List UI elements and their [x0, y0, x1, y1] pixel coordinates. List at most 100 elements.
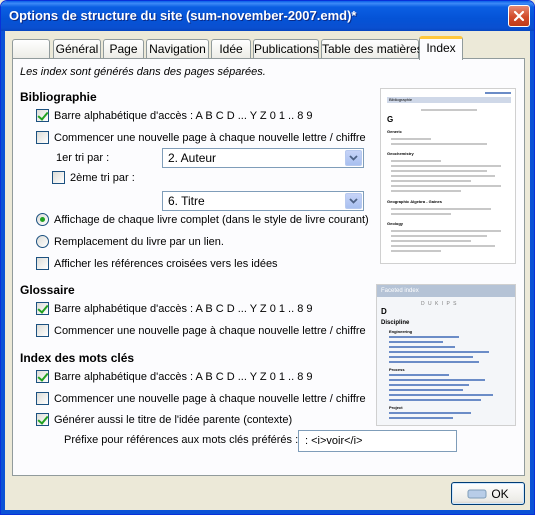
preview-link-line [389, 417, 453, 419]
keywords-new-page-label: Commencer une nouvelle page à chaque nou… [54, 392, 366, 405]
bib-display-full-option[interactable]: Affichage de chaque livre complet (dans … [36, 213, 369, 226]
sort2-dropdown-button[interactable] [345, 193, 362, 209]
preview-line [391, 180, 471, 182]
sort1-select[interactable]: 2. Auteur [162, 148, 364, 168]
preview-line [391, 165, 501, 167]
title-bar[interactable]: Options de structure du site (sum-novemb… [1, 1, 534, 31]
tab-general[interactable]: Général [53, 39, 101, 59]
prefix-input[interactable]: : <i>voir</i> [298, 430, 457, 452]
window-frame-bottom [1, 510, 534, 514]
keywords-parent-title-option[interactable]: Générer aussi le titre de l'idée parente… [36, 413, 292, 426]
close-button[interactable] [508, 5, 530, 27]
preview-link-line [389, 394, 493, 396]
preview-line [391, 170, 487, 172]
bib-alpha-bar-option[interactable]: Barre alphabétique d'accès : A B C D ...… [36, 109, 313, 122]
ok-button[interactable]: OK [451, 482, 525, 505]
preview-faceted-subhead-2: Process [389, 367, 405, 372]
preview-link-line [389, 336, 459, 338]
keywords-alpha-bar-checkbox[interactable] [36, 370, 49, 383]
preview-line [391, 230, 501, 232]
preview-link-line [389, 412, 471, 414]
keywords-heading: Index des mots clés [20, 351, 135, 365]
preview-line [391, 143, 487, 145]
preview-bib-section-3: Geographic Algebra - Gaines [387, 199, 442, 204]
preview-line [391, 245, 495, 247]
preview-faceted-subhead-3: Project [389, 405, 403, 410]
bib-new-page-checkbox[interactable] [36, 131, 49, 144]
intro-text: Les index sont générés dans des pages sé… [20, 66, 266, 78]
preview-line [391, 213, 451, 215]
tab-blank[interactable] [12, 39, 50, 59]
bib-alpha-bar-checkbox[interactable] [36, 109, 49, 122]
keywords-alpha-bar-label: Barre alphabétique d'accès : A B C D ...… [54, 370, 313, 383]
sort1-dropdown-button[interactable] [345, 150, 362, 166]
bib-alpha-bar-label: Barre alphabétique d'accès : A B C D ...… [54, 109, 313, 122]
window-title: Options de structure du site (sum-novemb… [9, 8, 357, 23]
tab-idee[interactable]: Idée [211, 39, 251, 59]
preview-faceted-nav: D U K I P S [421, 301, 458, 307]
preview-link-line [389, 374, 449, 376]
preview-faceted-heading: Discipline [381, 320, 410, 326]
preview-line [391, 240, 471, 242]
window-frame-left [1, 31, 5, 514]
tab-index[interactable]: Index [419, 36, 463, 60]
bib-cross-refs-checkbox[interactable] [36, 257, 49, 270]
bib-display-link-radio[interactable] [36, 235, 49, 248]
bib-display-full-radio[interactable] [36, 213, 49, 226]
tab-table-des-matieres[interactable]: Table des matières [321, 39, 423, 59]
sort1-value: 2. Auteur [168, 151, 217, 165]
glossary-new-page-option[interactable]: Commencer une nouvelle page à chaque nou… [36, 324, 366, 337]
preview-link-line [485, 92, 511, 94]
tab-page[interactable]: Page [103, 39, 144, 59]
close-icon [513, 10, 525, 22]
preview-bib-header: Bibliographie [387, 97, 511, 103]
preview-bib-section-2: Geochemistry [387, 151, 414, 156]
bibliography-preview-image: Bibliographie G Generic Geochemistry Geo… [380, 88, 516, 264]
bib-display-link-option[interactable]: Remplacement du livre par un lien. [36, 235, 224, 248]
preview-link-line [389, 351, 489, 353]
sort2-select[interactable]: 6. Titre [162, 191, 364, 211]
sort2-checkbox[interactable] [52, 171, 65, 184]
preview-line [391, 190, 461, 192]
faceted-index-preview-image: Faceted index D U K I P S D Discipline E… [376, 284, 516, 426]
preview-link-line [389, 379, 485, 381]
preview-line [391, 235, 487, 237]
preview-bib-section-4: Geology [387, 221, 404, 226]
glossary-alpha-bar-checkbox[interactable] [36, 302, 49, 315]
chevron-down-icon [349, 198, 358, 204]
sort2-label: 2ème tri par : [70, 171, 135, 184]
keywords-alpha-bar-option[interactable]: Barre alphabétique d'accès : A B C D ...… [36, 370, 313, 383]
preview-line [391, 138, 431, 140]
preview-bib-section-1: Generic [387, 129, 402, 134]
glossary-alpha-bar-label: Barre alphabétique d'accès : A B C D ...… [54, 302, 313, 315]
glossary-alpha-bar-option[interactable]: Barre alphabétique d'accès : A B C D ...… [36, 302, 313, 315]
bib-cross-refs-option[interactable]: Afficher les références croisées vers le… [36, 257, 278, 270]
bib-new-page-option[interactable]: Commencer une nouvelle page à chaque nou… [36, 131, 366, 144]
bib-display-link-label: Remplacement du livre par un lien. [54, 235, 224, 248]
preview-link-line [389, 356, 473, 358]
bib-new-page-label: Commencer une nouvelle page à chaque nou… [54, 131, 366, 144]
bibliography-heading: Bibliographie [20, 90, 97, 104]
keywords-new-page-option[interactable]: Commencer une nouvelle page à chaque nou… [36, 392, 366, 405]
sort2-value: 6. Titre [168, 194, 205, 208]
glossary-heading: Glossaire [20, 283, 75, 297]
preview-bib-letter: G [387, 115, 394, 124]
preview-line [391, 185, 501, 187]
prefix-label: Préfixe pour références aux mots clés pr… [64, 434, 299, 446]
ok-button-label: OK [491, 486, 509, 501]
preview-link-line [389, 384, 469, 386]
preview-line [391, 160, 441, 162]
preview-line [391, 208, 491, 210]
keywords-parent-title-label: Générer aussi le titre de l'idée parente… [54, 413, 293, 426]
preview-link-line [389, 389, 463, 391]
tab-publications[interactable]: Publications [253, 39, 319, 59]
glossary-new-page-checkbox[interactable] [36, 324, 49, 337]
ok-icon [467, 489, 487, 498]
glossary-new-page-label: Commencer une nouvelle page à chaque nou… [54, 324, 366, 337]
keywords-new-page-checkbox[interactable] [36, 392, 49, 405]
tab-navigation[interactable]: Navigation [146, 39, 209, 59]
preview-link-line [389, 341, 443, 343]
keywords-parent-title-checkbox[interactable] [36, 413, 49, 426]
sort2-option[interactable]: 2ème tri par : [52, 171, 135, 184]
preview-faceted-letter: D [381, 307, 387, 316]
